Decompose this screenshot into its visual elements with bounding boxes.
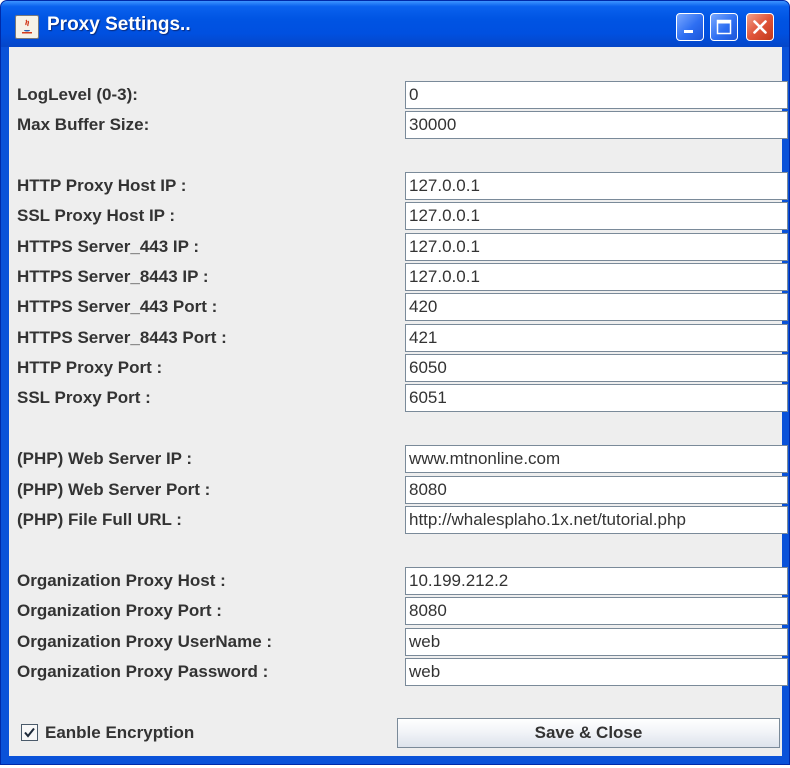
field-label-ssl-proxy-port: SSL Proxy Port : [17, 388, 151, 407]
field-label-loglevel: LogLevel (0-3): [17, 85, 138, 104]
encryption-checkbox-label: Eanble Encryption [45, 723, 195, 742]
field-label-org-proxy-password: Organization Proxy Password : [17, 662, 269, 681]
save-close-button[interactable]: Save & Close [397, 718, 780, 748]
minimize-button[interactable] [676, 13, 704, 41]
setting-row-ssl-proxy-port: SSL Proxy Port : [17, 383, 788, 413]
setting-row-loglevel: LogLevel (0-3): [17, 80, 788, 110]
proxy-settings-window: Proxy Settings.. LogLevel (0-3): Max Buf… [0, 0, 790, 765]
http-proxy-port-input[interactable] [405, 354, 788, 382]
field-label-https-8443-port: HTTPS Server_8443 Port : [17, 328, 227, 347]
minimize-icon [684, 30, 693, 33]
setting-row-https-443-ip: HTTPS Server_443 IP : [17, 232, 788, 262]
setting-row-php-web-server-port: (PHP) Web Server Port : [17, 475, 788, 505]
field-label-php-web-server-ip: (PHP) Web Server IP : [17, 449, 193, 468]
field-label-https-443-port: HTTPS Server_443 Port : [17, 297, 218, 316]
close-icon [753, 20, 767, 34]
setting-row-ssl-proxy-host: SSL Proxy Host IP : [17, 201, 788, 231]
field-label-https-8443-ip: HTTPS Server_8443 IP : [17, 267, 209, 286]
field-label-org-proxy-host: Organization Proxy Host : [17, 571, 226, 590]
field-label-ssl-proxy-host: SSL Proxy Host IP : [17, 206, 176, 225]
checkmark-icon [24, 727, 35, 738]
setting-row-org-proxy-port: Organization Proxy Port : [17, 596, 788, 626]
field-label-max-buffer: Max Buffer Size: [17, 115, 150, 134]
setting-row-https-8443-port: HTTPS Server_8443 Port : [17, 323, 788, 353]
settings-panel: LogLevel (0-3): Max Buffer Size: HTTP Pr… [9, 47, 788, 756]
setting-row-https-443-port: HTTPS Server_443 Port : [17, 292, 788, 322]
close-button[interactable] [746, 13, 774, 41]
php-web-server-ip-input[interactable] [405, 445, 788, 473]
setting-row-max-buffer: Max Buffer Size: [17, 110, 788, 140]
php-file-full-url-input[interactable] [405, 506, 788, 534]
setting-row-php-web-server-ip: (PHP) Web Server IP : [17, 444, 788, 474]
ssl-proxy-port-input[interactable] [405, 384, 788, 412]
setting-row-org-proxy-host: Organization Proxy Host : [17, 566, 788, 596]
ssl-proxy-host-ip-input[interactable] [405, 202, 788, 230]
field-label-org-proxy-username: Organization Proxy UserName : [17, 632, 273, 651]
http-proxy-host-ip-input[interactable] [405, 172, 788, 200]
java-app-icon [15, 15, 39, 39]
max-buffer-size-input[interactable] [405, 111, 788, 139]
setting-row-org-proxy-password: Organization Proxy Password : [17, 657, 788, 687]
setting-row-org-proxy-username: Organization Proxy UserName : [17, 627, 788, 657]
maximize-icon [716, 19, 732, 35]
org-proxy-username-input[interactable] [405, 628, 788, 656]
https-server-443-ip-input[interactable] [405, 233, 788, 261]
field-label-php-web-server-port: (PHP) Web Server Port : [17, 480, 211, 499]
setting-row-http-proxy-port: HTTP Proxy Port : [17, 353, 788, 383]
php-web-server-port-input[interactable] [405, 476, 788, 504]
loglevel-input[interactable] [405, 81, 788, 109]
title-bar[interactable]: Proxy Settings.. [1, 1, 789, 47]
org-proxy-password-input[interactable] [405, 658, 788, 686]
field-label-http-proxy-host: HTTP Proxy Host IP : [17, 176, 187, 195]
maximize-button[interactable] [710, 13, 738, 41]
https-server-8443-ip-input[interactable] [405, 263, 788, 291]
setting-row-php-file-url: (PHP) File Full URL : [17, 505, 788, 535]
encryption-checkbox-box[interactable] [21, 724, 38, 741]
org-proxy-host-input[interactable] [405, 567, 788, 595]
setting-row-https-8443-ip: HTTPS Server_8443 IP : [17, 262, 788, 292]
setting-row-http-proxy-host: HTTP Proxy Host IP : [17, 171, 788, 201]
https-server-8443-port-input[interactable] [405, 324, 788, 352]
field-label-php-file-url: (PHP) File Full URL : [17, 510, 182, 529]
field-label-org-proxy-port: Organization Proxy Port : [17, 601, 222, 620]
https-server-443-port-input[interactable] [405, 293, 788, 321]
enable-encryption-checkbox[interactable]: Eanble Encryption [17, 718, 317, 748]
window-title: Proxy Settings.. [47, 14, 191, 35]
org-proxy-port-input[interactable] [405, 597, 788, 625]
field-label-https-443-ip: HTTPS Server_443 IP : [17, 237, 200, 256]
field-label-http-proxy-port: HTTP Proxy Port : [17, 358, 163, 377]
